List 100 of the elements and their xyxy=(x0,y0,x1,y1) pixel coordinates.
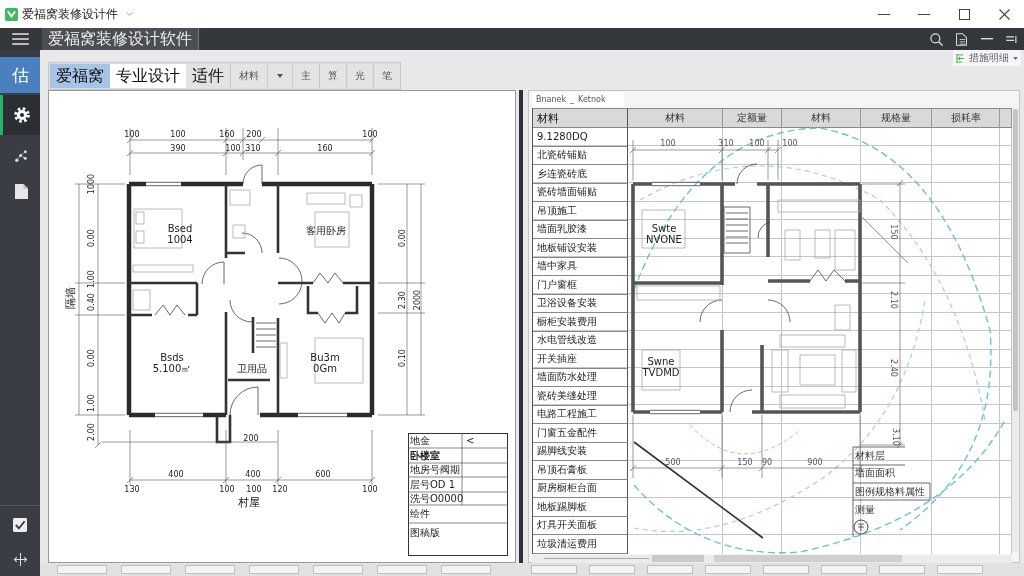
measures-dropdown[interactable]: 措施明细 xyxy=(953,50,1021,66)
scrollbar-thumb[interactable] xyxy=(714,555,902,562)
dimension-label: 100 xyxy=(170,129,186,139)
room-label: Swne xyxy=(647,356,675,367)
maximize-icon xyxy=(958,8,970,20)
compass-icon xyxy=(853,519,869,535)
table-cell: 瓷砖墙面铺贴 xyxy=(533,183,628,202)
table-cell: 卫浴设备安装 xyxy=(533,294,628,313)
room-label: 卫用品 xyxy=(237,363,267,374)
title-block-text: 卧楼室 xyxy=(410,449,440,461)
room-label: Swte xyxy=(651,223,677,234)
title-block-text: < xyxy=(466,434,475,446)
dimension-label: 1.00 xyxy=(86,270,96,288)
sidebar-tool-button[interactable] xyxy=(0,95,40,135)
room-label: TVDMD xyxy=(642,367,680,378)
toolbar-tab[interactable]: 爱福窝 xyxy=(50,64,110,88)
dimension-label: 2000 xyxy=(412,289,422,311)
table-cell: 电路工程施工 xyxy=(533,405,628,424)
dimension-label: 100 xyxy=(362,129,378,139)
dimension-label: 3.10 xyxy=(890,428,900,446)
room-label: 1004 xyxy=(167,234,193,245)
toolbar-tab[interactable]: 适件 xyxy=(186,64,230,88)
table-cell: 门户窗框 xyxy=(533,276,628,295)
dimension-label: 130 xyxy=(124,484,140,494)
side-label: 隔墙 xyxy=(64,287,77,309)
room-label: 客用卧房 xyxy=(306,225,346,236)
sheet-tab[interactable]: Bnanek xyxy=(536,95,567,104)
toolbar-tab[interactable]: 专业设计 xyxy=(110,64,186,88)
menu-icon xyxy=(11,33,29,45)
legend-text: 图例规格料属性 xyxy=(855,486,925,497)
dimension-label: 1.00 xyxy=(86,394,96,412)
vertical-scrollbar[interactable] xyxy=(1012,108,1019,552)
room-label: Bsed xyxy=(167,223,193,234)
dimension-label: 100 xyxy=(660,138,676,148)
scrollbar-thumb[interactable] xyxy=(1013,109,1018,411)
table-cell: 灯具开关面板 xyxy=(533,516,628,535)
dimension-label: 0.40 xyxy=(86,293,96,311)
dimension-label: 310 xyxy=(718,138,734,148)
minimize-icon xyxy=(918,13,930,15)
dimension-label: 400 xyxy=(168,469,184,479)
tool-button[interactable]: 材料 xyxy=(230,64,267,88)
horizontal-scrollbar[interactable] xyxy=(532,554,1012,563)
dimension-label: 100 xyxy=(362,484,378,494)
room-label: NVONE xyxy=(646,234,682,245)
table-cell: 墙面乳胶漆 xyxy=(533,220,628,239)
dimension-label: 200 xyxy=(246,129,262,139)
indent-icon xyxy=(1006,35,1017,43)
dimension-label: 390 xyxy=(170,143,186,153)
dimension-label: 2.10 xyxy=(888,291,898,309)
room-label: Bu3m xyxy=(310,352,340,363)
dimension-label: 100 xyxy=(246,484,262,494)
title-block-text: 地金 xyxy=(410,434,430,446)
dimension-label: 90 xyxy=(761,457,773,467)
room-label: 5.100㎡ xyxy=(152,363,192,374)
column-header: 材料 xyxy=(533,109,628,128)
move-icon xyxy=(12,552,28,566)
table-cell: 北瓷砖铺贴 xyxy=(533,146,628,165)
dimension-label: 100 xyxy=(124,129,140,139)
dimension-label: 500 xyxy=(665,457,681,467)
table-cell: 9.1280DQ xyxy=(533,128,628,147)
file-icon xyxy=(956,32,967,46)
caret-icon xyxy=(277,74,283,78)
dimension-label: 100 xyxy=(749,138,765,148)
dimension-label: 150 xyxy=(737,457,753,467)
dimension-label: 200 xyxy=(243,433,259,443)
dash-icon xyxy=(980,38,993,40)
measures-label: 措施明细 xyxy=(969,51,1009,65)
sheet-tab[interactable]: Ketnok xyxy=(578,95,606,104)
title-block-text: 层号OD 1 xyxy=(410,478,456,490)
dimension-label: 0.00 xyxy=(397,229,407,247)
tab-separator: _ xyxy=(570,95,575,104)
table-cell: 吊顶石膏板 xyxy=(533,461,628,480)
dimension-label: 2.00 xyxy=(86,423,96,441)
dimension-label: 160 xyxy=(317,143,333,153)
dimension-label: 100 xyxy=(225,143,241,153)
nodes-icon xyxy=(14,147,29,163)
window-title: 爱福窝装修设计件 xyxy=(22,5,118,23)
table-cell: 墙面防水处理 xyxy=(533,368,628,387)
tool-button[interactable]: 主 xyxy=(292,64,319,88)
dimension-label: 160 xyxy=(219,129,235,139)
dimension-label: 2.30 xyxy=(397,291,407,309)
scrollbar-thumb[interactable] xyxy=(652,555,704,562)
dimension-label: 900 xyxy=(807,457,823,467)
plan-title: 村屋 xyxy=(238,496,260,509)
tool-button[interactable]: 光 xyxy=(346,64,373,88)
legend-text: 材料层 xyxy=(855,450,885,461)
tool-button[interactable]: 笔 xyxy=(373,64,400,88)
dimension-label: 0.10 xyxy=(397,349,407,367)
document-tab[interactable]: 爱福窝装修设计软件 xyxy=(42,28,199,50)
dimension-label: 2.40 xyxy=(888,359,898,377)
dimension-label: 1000 xyxy=(86,173,96,195)
title-block-text: 图稿版 xyxy=(410,527,440,538)
tool-button[interactable]: 算 xyxy=(319,64,346,88)
estimate-tab[interactable]: 估 xyxy=(0,57,40,93)
dimension-label: 0.00 xyxy=(86,229,96,247)
dimension-label: 150 xyxy=(888,224,898,240)
table-cell: 水电管线改造 xyxy=(533,331,628,350)
table-cell: 橱柜安装费用 xyxy=(533,313,628,332)
caret-icon xyxy=(1013,56,1018,60)
search-icon xyxy=(930,32,943,46)
